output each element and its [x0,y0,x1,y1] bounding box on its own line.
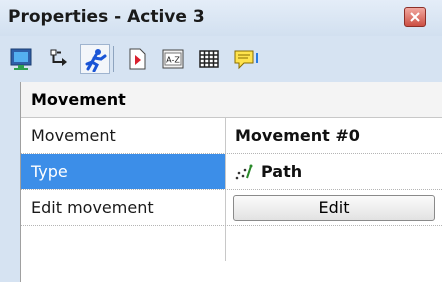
property-name: Type [21,154,226,189]
runtime-options-icon [129,48,146,70]
tab-grid[interactable] [194,44,224,74]
tab-about[interactable] [230,44,260,74]
tab-movement[interactable] [80,44,110,74]
about-icon [234,50,258,70]
property-value[interactable]: Path [227,154,442,189]
property-value: Edit [227,190,442,225]
tab-display[interactable] [6,44,36,74]
property-row-type[interactable]: Type Path [21,154,442,190]
title-bar[interactable]: Properties - Active 3 [0,0,442,36]
property-area: Movement Movement Movement #0 Type Path … [0,82,442,282]
property-grid: Movement Movement Movement #0 Type Path … [20,82,442,282]
close-button[interactable] [404,7,426,27]
property-value-text: Path [261,162,303,181]
empty-row [21,226,442,262]
tab-values[interactable]: A-Z [158,44,188,74]
tab-runtime-options[interactable] [122,44,152,74]
property-row-edit-movement[interactable]: Edit movement Edit [21,190,442,226]
property-name: Edit movement [21,190,226,225]
values-icon: A-Z [162,49,184,69]
path-icon [235,164,253,180]
toolbar: A-Z [0,36,442,82]
property-name: Movement [21,118,226,153]
section-header-movement[interactable]: Movement [21,82,442,118]
close-icon [410,12,420,22]
property-row-movement[interactable]: Movement Movement #0 [21,118,442,154]
section-label: Movement [31,90,126,109]
properties-panel: Properties - Active 3 A-Z Movement Movem… [0,0,442,282]
property-value[interactable]: Movement #0 [227,118,442,153]
property-name-empty [21,226,226,261]
window-title: Properties - Active 3 [8,7,205,27]
display-icon [10,48,32,70]
events-icon [50,49,67,66]
grid-icon [199,50,219,68]
tab-events[interactable] [44,44,74,74]
toolbar-separator [113,46,114,72]
edit-button[interactable]: Edit [233,195,435,221]
svg-text:A-Z: A-Z [166,56,180,65]
movement-icon [85,49,107,72]
